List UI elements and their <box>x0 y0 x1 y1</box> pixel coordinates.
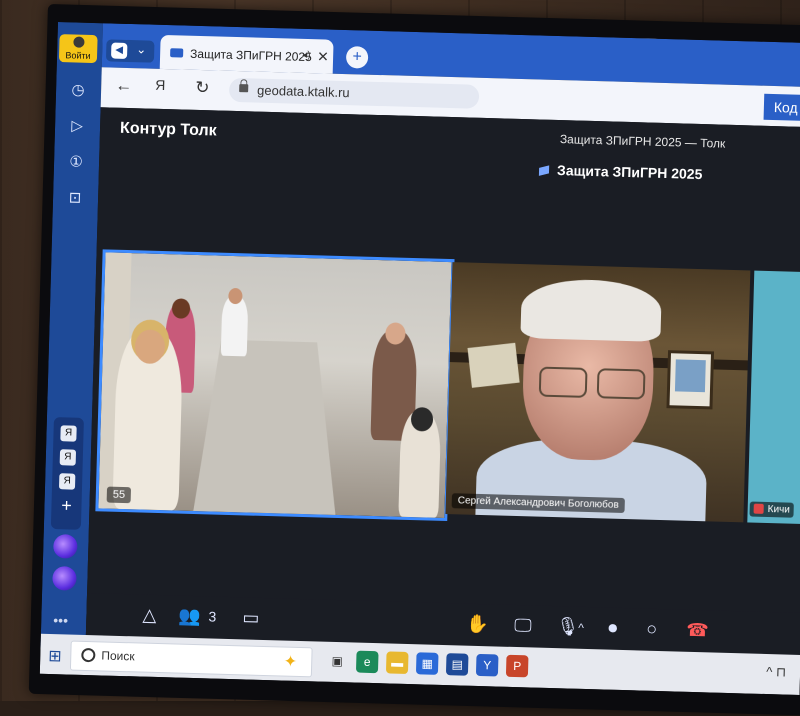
clock-icon[interactable]: ◷ <box>64 78 93 101</box>
person-head <box>410 407 434 432</box>
participant-name-label: Кичи <box>749 501 795 518</box>
meeting-title: Защита ЗПиГРН 2025 <box>538 161 703 183</box>
screenshot-icon[interactable]: ⊡ <box>61 186 90 209</box>
play-icon[interactable]: ▷ <box>63 114 92 137</box>
close-icon[interactable]: ✕ <box>317 48 329 65</box>
glasses <box>538 366 646 400</box>
speaker-person <box>474 277 708 523</box>
microphone-icon[interactable]: 🎙 <box>556 616 579 638</box>
login-button[interactable]: Войти <box>58 34 98 64</box>
raise-hand-icon[interactable]: ✋ <box>466 614 489 636</box>
ya-icon[interactable]: Я <box>59 449 77 466</box>
alice-icon[interactable] <box>53 534 78 559</box>
yandex-icon[interactable]: Я <box>155 77 166 93</box>
url-text: geodata.ktalk.ru <box>256 82 350 101</box>
speaker-icon: ◀ <box>111 42 128 59</box>
tab-title: Защита ЗПиГРН 2025 <box>189 46 312 65</box>
shapes-icon[interactable]: △ <box>142 605 156 626</box>
lock-icon <box>239 84 249 93</box>
meeting-icon <box>538 165 550 176</box>
person-head <box>385 322 406 345</box>
person-head <box>134 329 166 365</box>
alice-icon[interactable] <box>52 566 77 591</box>
code-button[interactable]: Код з <box>763 93 800 122</box>
sparkle-icon: ✦ <box>283 653 298 671</box>
taskbar-search[interactable]: Поиск ✦ <box>69 640 313 678</box>
url-field[interactable]: geodata.ktalk.ru <box>228 77 480 109</box>
person-head <box>228 287 243 305</box>
person <box>220 287 249 357</box>
ya-panel: Я Я Я + <box>50 417 84 530</box>
camera-icon <box>170 48 184 58</box>
person <box>398 407 442 518</box>
folder-icon[interactable]: ▬ <box>385 651 409 675</box>
ya-icon[interactable]: Я <box>60 425 77 442</box>
window-title: Защита ЗПиГРН 2025 — Толк <box>559 132 726 151</box>
search-icon <box>81 647 96 663</box>
reload-icon[interactable]: ↻ <box>195 78 210 98</box>
meeting-title-text: Защита ЗПиГРН 2025 <box>556 161 703 183</box>
store-icon[interactable]: ▦ <box>415 652 439 675</box>
audio-playing-icon: ◂) <box>302 49 311 62</box>
more-circle-icon[interactable]: ○ <box>646 619 657 640</box>
room-count-badge: 55 <box>106 486 132 504</box>
back-icon[interactable]: ← <box>115 76 133 96</box>
tab-meeting[interactable]: Защита ЗПиГРН 2025 ◂) ✕ <box>159 34 334 74</box>
participants-icon[interactable]: 👥 <box>178 606 201 628</box>
chevron-down-icon: ⌄ <box>136 42 147 57</box>
meeting-app: Контур Толк Защита ЗПиГРН 2025 — Толк За… <box>85 107 800 655</box>
camera-toggle-icon[interactable]: ⏺ <box>608 618 618 639</box>
user-avatar-icon <box>72 36 85 48</box>
sound-button[interactable]: ◀ ⌄ <box>105 39 155 63</box>
video-tile-speaker[interactable]: Сергей Александрович Боголюбов <box>445 262 751 523</box>
conference-table <box>184 339 342 522</box>
edge-icon[interactable]: e <box>355 650 379 674</box>
plus-icon[interactable]: + <box>51 495 82 517</box>
chat-icon[interactable]: ▭ <box>242 607 260 628</box>
ya-icon[interactable]: Я <box>58 473 76 490</box>
video-tile-room[interactable]: 55 <box>95 249 455 522</box>
login-label: Войти <box>65 50 91 61</box>
powerpoint-icon[interactable]: P <box>505 654 529 678</box>
end-call-icon[interactable]: ☎ <box>686 620 709 642</box>
participants-count: 3 <box>208 608 217 625</box>
app-icon[interactable]: ▤ <box>445 653 469 676</box>
yandex-browser-icon[interactable]: Y <box>475 653 499 677</box>
tray-icons[interactable]: ^ ⊓ <box>766 664 786 681</box>
video-tile-partial[interactable]: Кичи <box>747 270 800 525</box>
person <box>112 328 184 511</box>
tab-one-icon[interactable]: ① <box>62 150 91 173</box>
more-icon[interactable]: ••• <box>53 612 68 628</box>
hair <box>520 278 662 342</box>
office-scene <box>445 262 751 523</box>
task-view-icon[interactable]: ▣ <box>326 650 349 673</box>
person-head <box>171 298 191 319</box>
new-tab-button[interactable]: + <box>345 46 369 69</box>
brand-logo: Контур Толк <box>119 119 217 140</box>
windows-start-icon[interactable]: ⊞ <box>48 646 62 666</box>
tv-screen: Войти ◷ ▷ ① ⊡ Я Я Я + ••• ◀ ⌄ Защита ЗПи… <box>39 22 800 695</box>
participant-name: Кичи <box>767 504 791 516</box>
chevron-up-icon[interactable]: ^ <box>578 621 584 635</box>
search-placeholder: Поиск <box>101 648 135 664</box>
room-scene <box>98 252 452 522</box>
screen-share-icon[interactable]: 🖵 <box>514 615 532 636</box>
mic-off-icon <box>753 503 764 515</box>
